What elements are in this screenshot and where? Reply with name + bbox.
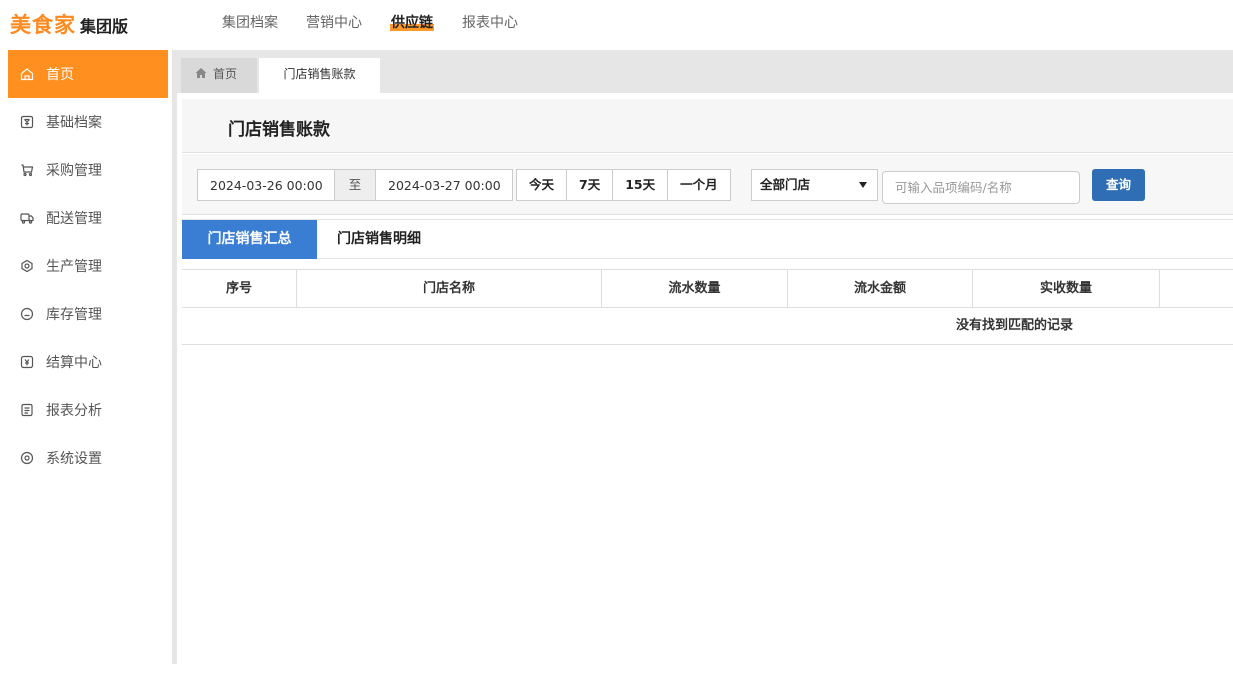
sidebar-item-label: 基础档案: [46, 115, 102, 131]
table-header: 序号 门店名称 流水数量 流水金额 实收数量: [182, 269, 1233, 308]
sidebar-divider: [172, 50, 177, 664]
date-range-separator: 至: [335, 169, 375, 201]
caret-down-icon: [859, 182, 867, 188]
top-bar: 美食家 集团版 集团档案 营销中心 供应链 报表中心: [0, 0, 1233, 48]
sidebar-item-label: 库存管理: [46, 307, 102, 323]
range-today-button[interactable]: 今天: [517, 170, 568, 200]
topnav-item-marketing[interactable]: 营销中心: [292, 0, 376, 48]
sub-tabs: 门店销售汇总 门店销售明细: [182, 219, 1233, 259]
tab-home[interactable]: 首页: [181, 58, 257, 93]
logo-main-text: 美食家: [10, 13, 76, 37]
store-select[interactable]: 全部门店: [751, 169, 878, 201]
sidebar-item-label: 结算中心: [46, 355, 102, 371]
sidebar-item-base-archive[interactable]: 基础档案: [8, 98, 168, 146]
topnav-label: 供应链: [390, 15, 434, 31]
report-icon: [20, 403, 34, 417]
settings-icon: [20, 451, 34, 465]
column-header-flow-quantity[interactable]: 流水数量: [602, 270, 788, 307]
quick-range-group: 今天 7天 15天 一个月: [516, 169, 731, 201]
topnav-item-group-archive[interactable]: 集团档案: [208, 0, 292, 48]
top-nav: 集团档案 营销中心 供应链 报表中心: [208, 0, 532, 48]
start-date-input[interactable]: [197, 169, 335, 201]
tab-store-sales-accounts[interactable]: 门店销售账款: [259, 58, 380, 93]
sidebar-item-label: 系统设置: [46, 451, 102, 467]
column-header-index[interactable]: 序号: [182, 270, 297, 307]
column-header-received-quantity[interactable]: 实收数量: [973, 270, 1160, 307]
settlement-icon: [20, 355, 34, 369]
tab-active-label: 门店销售账款: [283, 67, 356, 81]
data-table: 序号 门店名称 流水数量 流水金额 实收数量 没有找到匹配的记录: [182, 269, 1233, 345]
sidebar-item-settlement[interactable]: 结算中心: [8, 338, 168, 386]
sidebar-item-inventory[interactable]: 库存管理: [8, 290, 168, 338]
truck-icon: [20, 211, 34, 225]
range-15days-button[interactable]: 15天: [613, 170, 669, 200]
store-select-value: 全部门店: [760, 177, 811, 192]
topnav-item-supply-chain[interactable]: 供应链: [376, 0, 448, 48]
table-empty-message: 没有找到匹配的记录: [182, 308, 1233, 345]
subtab-store-sales-detail[interactable]: 门店销售明细: [317, 220, 441, 259]
topnav-label: 集团档案: [222, 15, 278, 31]
page-tabs-bar: 首页 门店销售账款: [177, 50, 1233, 93]
sidebar-item-label: 生产管理: [46, 259, 102, 275]
sidebar-item-system-settings[interactable]: 系统设置: [8, 434, 168, 482]
cart-icon: [20, 163, 34, 177]
archive-icon: [20, 115, 34, 129]
sidebar-item-production[interactable]: 生产管理: [8, 242, 168, 290]
item-search-input[interactable]: [882, 171, 1080, 204]
topnav-item-reports[interactable]: 报表中心: [448, 0, 532, 48]
sidebar-item-home[interactable]: 首页: [8, 50, 168, 98]
topnav-label: 营销中心: [306, 15, 362, 31]
end-date-input[interactable]: [375, 169, 513, 201]
brand-logo[interactable]: 美食家 集团版: [10, 9, 128, 37]
sidebar-item-label: 首页: [46, 67, 74, 83]
logo-sub-text: 集团版: [80, 17, 129, 36]
sidebar-item-label: 配送管理: [46, 211, 102, 227]
filter-bar: 至 今天 7天 15天 一个月 全部门店 查询: [182, 154, 1233, 215]
column-header-more[interactable]: [1160, 270, 1233, 307]
sidebar-item-delivery[interactable]: 配送管理: [8, 194, 168, 242]
production-icon: [20, 259, 34, 273]
page-header: 门店销售账款: [182, 99, 1233, 153]
sidebar-item-report-analysis[interactable]: 报表分析: [8, 386, 168, 434]
main-content: 门店销售账款 至 今天 7天 15天 一个月 全部门店 查询 门店销售汇总 门店…: [182, 99, 1233, 664]
inventory-icon: [20, 307, 34, 321]
tab-home-label: 首页: [213, 67, 238, 81]
column-header-store-name[interactable]: 门店名称: [297, 270, 602, 307]
column-header-flow-amount[interactable]: 流水金额: [788, 270, 973, 307]
page-title: 门店销售账款: [228, 120, 330, 140]
range-month-button[interactable]: 一个月: [668, 170, 730, 200]
home-icon: [20, 67, 34, 81]
sidebar-item-label: 采购管理: [46, 163, 102, 179]
topnav-label: 报表中心: [462, 15, 518, 31]
home-small-icon: [195, 59, 207, 78]
sidebar-item-purchase[interactable]: 采购管理: [8, 146, 168, 194]
query-button[interactable]: 查询: [1092, 169, 1145, 201]
sidebar: 首页 基础档案 采购管理 配送管理 生产管理 库存管理 结算中心 报表分析 系统…: [8, 50, 168, 676]
range-7days-button[interactable]: 7天: [567, 170, 614, 200]
subtab-store-sales-summary[interactable]: 门店销售汇总: [182, 220, 317, 259]
sidebar-item-label: 报表分析: [46, 403, 102, 419]
